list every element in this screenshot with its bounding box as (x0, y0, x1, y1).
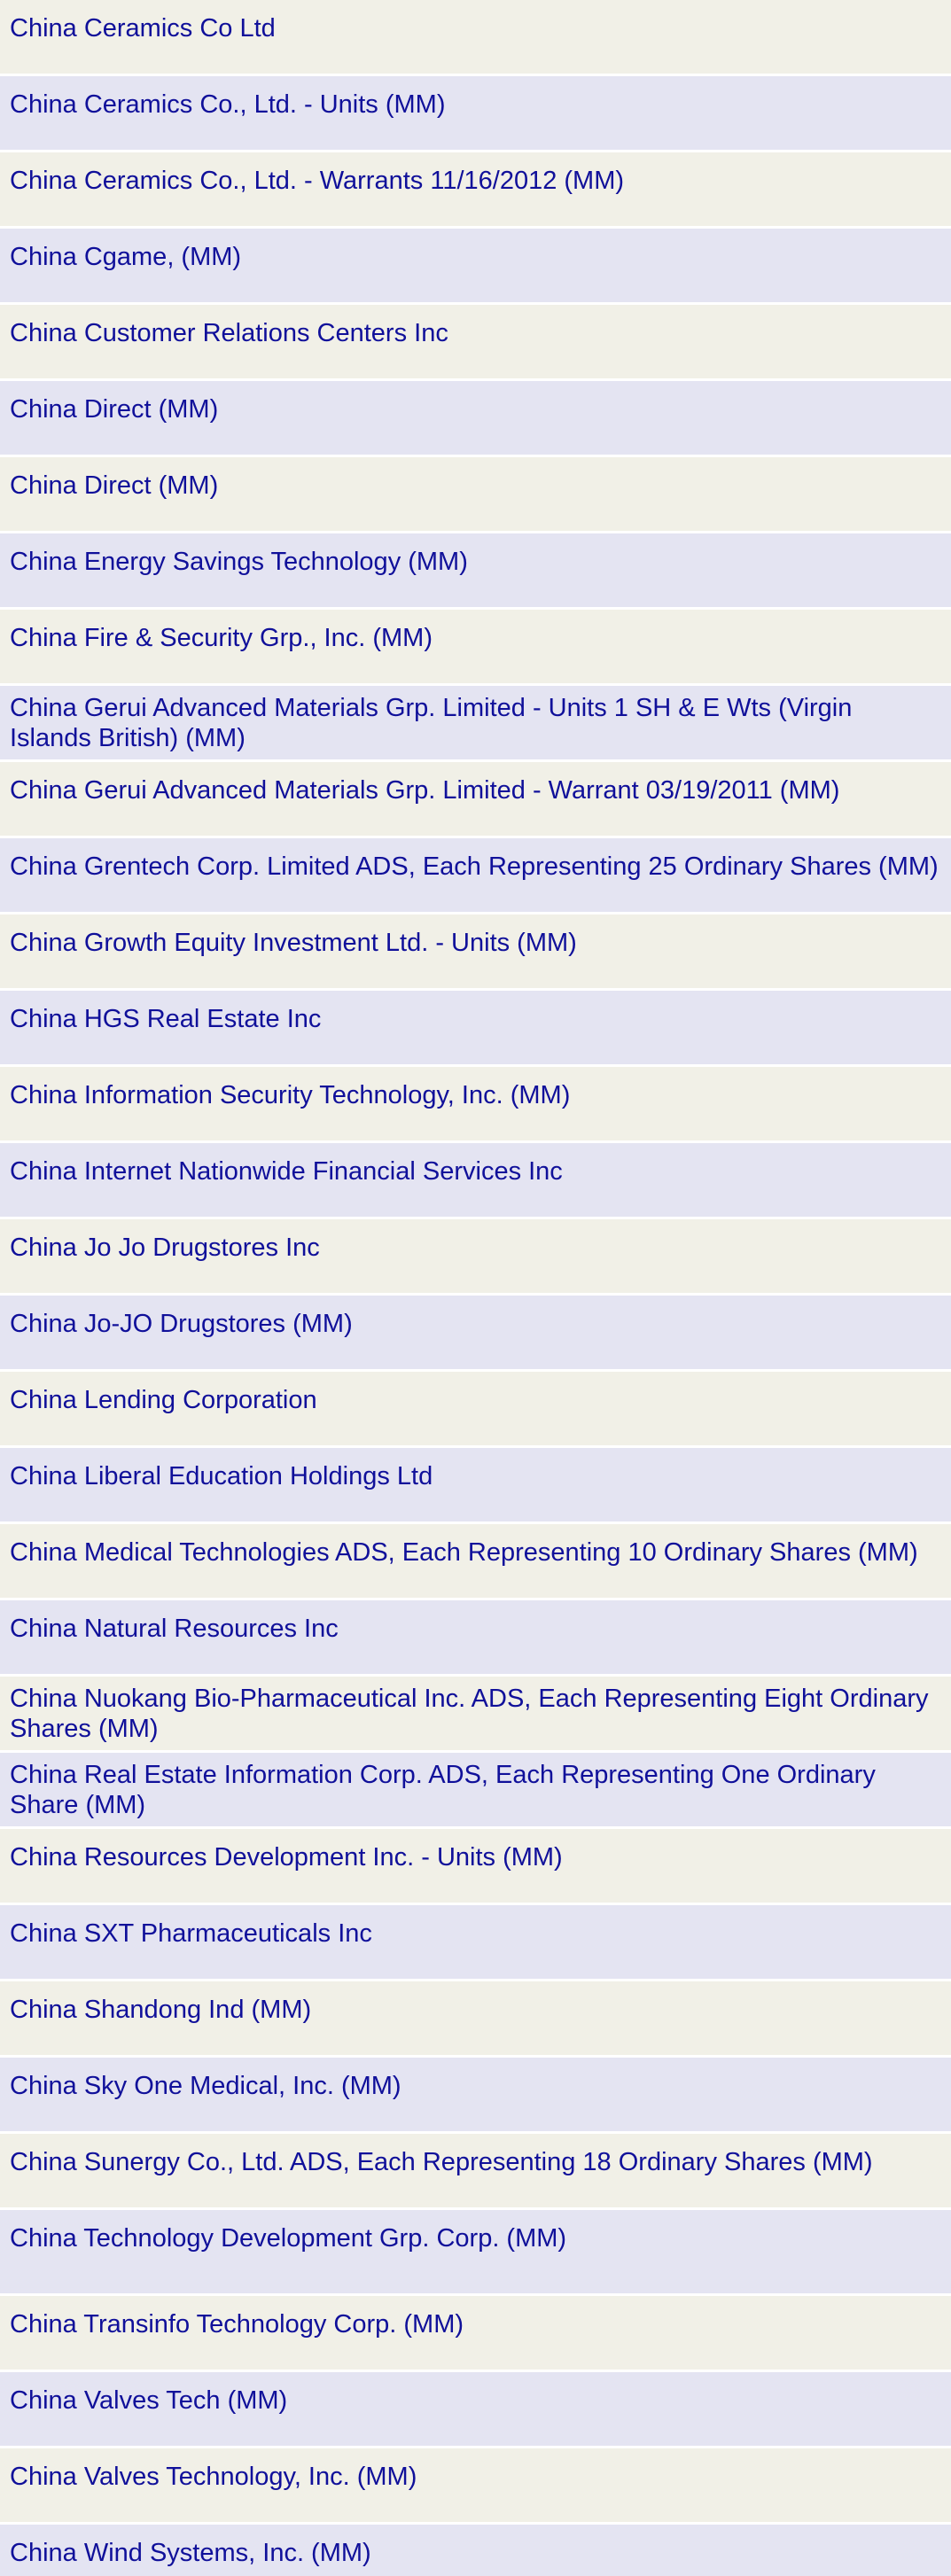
listing-name[interactable]: China Shandong Ind (MM) (10, 1981, 311, 2025)
listing-row[interactable]: China Lending Corporation (0, 1372, 951, 1448)
listing-row[interactable]: China Ceramics Co Ltd (0, 0, 951, 76)
listing-row[interactable]: China Medical Technologies ADS, Each Rep… (0, 1524, 951, 1600)
listing-name[interactable]: China Valves Tech (MM) (10, 2372, 287, 2416)
listing-name[interactable]: China Real Estate Information Corp. ADS,… (10, 1753, 940, 1820)
listing-name[interactable]: China Cgame, (MM) (10, 229, 241, 272)
listing-row[interactable]: China HGS Real Estate Inc (0, 991, 951, 1067)
listing-row[interactable]: China Sky One Medical, Inc. (MM) (0, 2058, 951, 2134)
listing-name[interactable]: China Information Security Technology, I… (10, 1067, 570, 1110)
listing-row[interactable]: China Gerui Advanced Materials Grp. Limi… (0, 762, 951, 838)
listing-name[interactable]: China Transinfo Technology Corp. (MM) (10, 2296, 464, 2339)
listing-row[interactable]: China Internet Nationwide Financial Serv… (0, 1143, 951, 1219)
listing-row[interactable]: China Nuokang Bio-Pharmaceutical Inc. AD… (0, 1677, 951, 1753)
listing-name[interactable]: China SXT Pharmaceuticals Inc (10, 1905, 372, 1949)
listing-name[interactable]: China Resources Development Inc. - Units… (10, 1829, 563, 1872)
listing-row[interactable]: China Technology Development Grp. Corp. … (0, 2210, 951, 2296)
listing-name[interactable]: China Fire & Security Grp., Inc. (MM) (10, 610, 433, 653)
listing-name[interactable]: China Wind Systems, Inc. (MM) (10, 2525, 371, 2568)
listing-row[interactable]: China SXT Pharmaceuticals Inc (0, 1905, 951, 1981)
listing-name[interactable]: China Lending Corporation (10, 1372, 317, 1415)
listing-name[interactable]: China Sky One Medical, Inc. (MM) (10, 2058, 401, 2101)
listing-row[interactable]: China Valves Tech (MM) (0, 2372, 951, 2448)
listing-name[interactable]: China Ceramics Co., Ltd. - Warrants 11/1… (10, 152, 624, 196)
listing-row[interactable]: China Ceramics Co., Ltd. - Units (MM) (0, 76, 951, 152)
listing-name[interactable]: China Ceramics Co Ltd (10, 0, 276, 43)
listing-row[interactable]: China Shandong Ind (MM) (0, 1981, 951, 2058)
listing-name[interactable]: China Jo-JO Drugstores (MM) (10, 1296, 353, 1339)
listing-row[interactable]: China Cgame, (MM) (0, 229, 951, 305)
listing-name[interactable]: China Direct (MM) (10, 457, 218, 501)
listing-row[interactable]: China Resources Development Inc. - Units… (0, 1829, 951, 1905)
listing-name[interactable]: China Gerui Advanced Materials Grp. Limi… (10, 762, 839, 805)
listing-name[interactable]: China Grentech Corp. Limited ADS, Each R… (10, 838, 939, 882)
listing-row[interactable]: China Fire & Security Grp., Inc. (MM) (0, 610, 951, 686)
listing-row[interactable]: China Gerui Advanced Materials Grp. Limi… (0, 686, 951, 762)
listing-name[interactable]: China Ceramics Co., Ltd. - Units (MM) (10, 76, 446, 120)
listing-name[interactable]: China Valves Technology, Inc. (MM) (10, 2448, 417, 2492)
listing-name[interactable]: China Growth Equity Investment Ltd. - Un… (10, 914, 577, 958)
listing-row[interactable]: China Sunergy Co., Ltd. ADS, Each Repres… (0, 2134, 951, 2210)
listing-name[interactable]: China Direct (MM) (10, 381, 218, 424)
listing-row[interactable]: China Direct (MM) (0, 381, 951, 457)
listing-name[interactable]: China Energy Savings Technology (MM) (10, 533, 468, 577)
listing-row[interactable]: China Wind Systems, Inc. (MM) (0, 2525, 951, 2576)
listing-row[interactable]: China Transinfo Technology Corp. (MM) (0, 2296, 951, 2372)
listing-name[interactable]: China Liberal Education Holdings Ltd (10, 1448, 433, 1491)
listing-row[interactable]: China Liberal Education Holdings Ltd (0, 1448, 951, 1524)
listing-name[interactable]: China Gerui Advanced Materials Grp. Limi… (10, 686, 940, 753)
listing-name[interactable]: China Internet Nationwide Financial Serv… (10, 1143, 563, 1187)
listing-name[interactable]: China HGS Real Estate Inc (10, 991, 321, 1034)
listing-row[interactable]: China Ceramics Co., Ltd. - Warrants 11/1… (0, 152, 951, 229)
listing-list: China Ceramics Co Ltd China Ceramics Co.… (0, 0, 951, 2576)
listing-name[interactable]: China Technology Development Grp. Corp. … (10, 2210, 566, 2253)
listing-row[interactable]: China Natural Resources Inc (0, 1600, 951, 1677)
listing-row[interactable]: China Energy Savings Technology (MM) (0, 533, 951, 610)
listing-name[interactable]: China Natural Resources Inc (10, 1600, 339, 1644)
listing-row[interactable]: China Growth Equity Investment Ltd. - Un… (0, 914, 951, 991)
listing-name[interactable]: China Medical Technologies ADS, Each Rep… (10, 1524, 918, 1568)
listing-row[interactable]: China Jo-JO Drugstores (MM) (0, 1296, 951, 1372)
listing-name[interactable]: China Nuokang Bio-Pharmaceutical Inc. AD… (10, 1677, 940, 1744)
listing-row[interactable]: China Grentech Corp. Limited ADS, Each R… (0, 838, 951, 914)
listing-row[interactable]: China Valves Technology, Inc. (MM) (0, 2448, 951, 2525)
listing-name[interactable]: China Sunergy Co., Ltd. ADS, Each Repres… (10, 2134, 873, 2177)
listing-row[interactable]: China Direct (MM) (0, 457, 951, 533)
listing-name[interactable]: China Customer Relations Centers Inc (10, 305, 448, 348)
listing-row[interactable]: China Jo Jo Drugstores Inc (0, 1219, 951, 1296)
listing-name[interactable]: China Jo Jo Drugstores Inc (10, 1219, 320, 1263)
listing-row[interactable]: China Customer Relations Centers Inc (0, 305, 951, 381)
listing-row[interactable]: China Real Estate Information Corp. ADS,… (0, 1753, 951, 1829)
listing-row[interactable]: China Information Security Technology, I… (0, 1067, 951, 1143)
